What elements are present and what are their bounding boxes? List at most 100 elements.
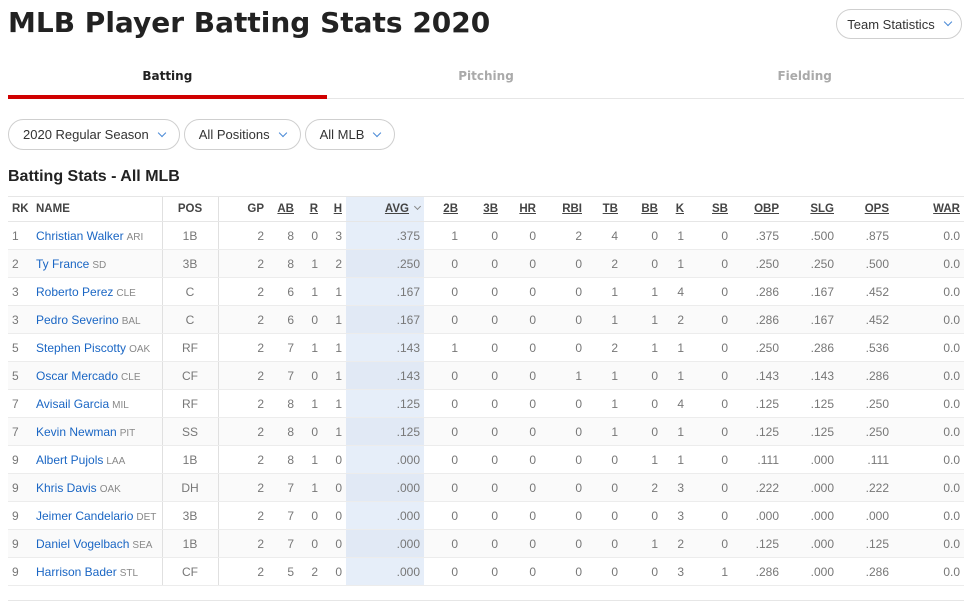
cell-slg: .500: [783, 221, 838, 250]
cell-avg: .125: [346, 389, 424, 418]
col-hr[interactable]: HR: [502, 196, 540, 222]
cell-sb: 0: [688, 221, 732, 250]
col-ab[interactable]: AB: [268, 196, 298, 222]
table-header-row: RK NAME POS GP AB R H AVG 2B 3B HR RBI T…: [8, 196, 964, 222]
cell-rk: 5: [8, 333, 32, 362]
cell-r: 1: [298, 277, 322, 306]
batting-stats-table: RK NAME POS GP AB R H AVG 2B 3B HR RBI T…: [8, 196, 964, 586]
tab-pitching[interactable]: Pitching: [327, 60, 646, 98]
cell-hr: 0: [502, 557, 540, 586]
player-link[interactable]: Avisail Garcia: [36, 397, 109, 411]
col-2b[interactable]: 2B: [424, 196, 462, 222]
player-link[interactable]: Kevin Newman: [36, 425, 117, 439]
player-link[interactable]: Pedro Severino: [36, 313, 119, 327]
chevron-down-icon: [278, 128, 287, 137]
cell-gp: 2: [217, 445, 268, 474]
cell-bb: 0: [622, 501, 662, 530]
cell-tb: 1: [586, 277, 622, 306]
cell-hr: 0: [502, 277, 540, 306]
cell-slg: .125: [783, 389, 838, 418]
cell-b3: 0: [462, 277, 502, 306]
cell-rbi: 0: [540, 277, 586, 306]
player-link[interactable]: Harrison Bader: [36, 565, 117, 579]
cell-b2: 0: [424, 389, 462, 418]
cell-avg: .000: [346, 501, 424, 530]
cell-h: 0: [322, 501, 346, 530]
player-link[interactable]: Oscar Mercado: [36, 369, 118, 383]
cell-avg: .000: [346, 529, 424, 558]
col-3b[interactable]: 3B: [462, 196, 502, 222]
cell-sb: 0: [688, 417, 732, 446]
col-slg[interactable]: SLG: [783, 196, 838, 222]
team-abbr: OAK: [129, 343, 151, 355]
cell-war: 0.0: [893, 529, 964, 558]
cell-rbi: 2: [540, 221, 586, 250]
cell-hr: 0: [502, 333, 540, 362]
col-r[interactable]: R: [298, 196, 322, 222]
tab-fielding[interactable]: Fielding: [645, 60, 964, 98]
table-row: 7 Kevin Newman PIT SS 2 8 0 1.125 0 0 0 0 1 0 1 0.125.1…: [8, 417, 964, 446]
cell-k: 2: [662, 305, 688, 334]
cell-player: Harrison Bader STL: [32, 557, 162, 586]
league-filter[interactable]: All MLB: [304, 119, 396, 150]
team-abbr: SEA: [132, 539, 153, 551]
cell-pos: C: [161, 305, 218, 334]
col-avg[interactable]: AVG: [346, 196, 424, 222]
col-ops[interactable]: OPS: [838, 196, 893, 222]
cell-slg: .250: [783, 249, 838, 278]
team-abbr: OAK: [99, 483, 121, 495]
cell-gp: 2: [217, 529, 268, 558]
cell-tb: 0: [586, 445, 622, 474]
cell-sb: 0: [688, 445, 732, 474]
col-k[interactable]: K: [662, 196, 688, 222]
cell-pos: 3B: [161, 249, 218, 278]
cell-ops: .111: [838, 445, 893, 474]
cell-rk: 7: [8, 389, 32, 418]
player-link[interactable]: Albert Pujols: [36, 453, 103, 467]
player-link[interactable]: Stephen Piscotty: [36, 341, 126, 355]
position-filter[interactable]: All Positions: [183, 119, 301, 150]
col-rbi[interactable]: RBI: [540, 196, 586, 222]
cell-rbi: 0: [540, 305, 586, 334]
cell-war: 0.0: [893, 417, 964, 446]
col-obp[interactable]: OBP: [732, 196, 783, 222]
player-link[interactable]: Roberto Perez: [36, 285, 113, 299]
col-h[interactable]: H: [322, 196, 346, 222]
cell-h: 1: [322, 333, 346, 362]
cell-obp: .125: [732, 529, 783, 558]
player-link[interactable]: Ty France: [36, 257, 89, 271]
cell-tb: 2: [586, 249, 622, 278]
cell-tb: 1: [586, 305, 622, 334]
season-filter[interactable]: 2020 Regular Season: [8, 119, 180, 150]
cell-rk: 9: [8, 529, 32, 558]
table-row: 1 Christian Walker ARI 1B 2 8 0 3.375 1 0 0 2 4 0 1 0.3…: [8, 221, 964, 250]
player-link[interactable]: Christian Walker: [36, 229, 124, 243]
cell-b2: 0: [424, 417, 462, 446]
cell-player: Jeimer Candelario DET: [32, 501, 162, 530]
cell-obp: .250: [732, 333, 783, 362]
cell-slg: .167: [783, 277, 838, 306]
team-statistics-dropdown[interactable]: Team Statistics: [836, 9, 962, 39]
table-row: 9 Harrison Bader STL CF 2 5 2 0.000 0 0 0 0 0 0 3 1.286…: [8, 557, 964, 586]
cell-ab: 8: [268, 221, 298, 250]
cell-player: Daniel Vogelbach SEA: [32, 529, 162, 558]
section-title: Batting Stats - All MLB: [8, 168, 180, 185]
cell-pos: 1B: [161, 445, 218, 474]
player-link[interactable]: Daniel Vogelbach: [36, 537, 129, 551]
cell-hr: 0: [502, 529, 540, 558]
col-sb[interactable]: SB: [688, 196, 732, 222]
cell-rbi: 0: [540, 529, 586, 558]
cell-sb: 0: [688, 473, 732, 502]
cell-ab: 8: [268, 417, 298, 446]
player-link[interactable]: Jeimer Candelario: [36, 509, 133, 523]
chevron-down-icon: [373, 128, 382, 137]
cell-avg: .143: [346, 333, 424, 362]
col-tb[interactable]: TB: [586, 196, 622, 222]
player-link[interactable]: Khris Davis: [36, 481, 97, 495]
tab-batting[interactable]: Batting: [8, 60, 327, 99]
cell-sb: 0: [688, 305, 732, 334]
table-body: 1 Christian Walker ARI 1B 2 8 0 3.375 1 0 0 2 4 0 1 0.3…: [8, 221, 964, 586]
col-bb[interactable]: BB: [622, 196, 662, 222]
col-war[interactable]: WAR: [893, 196, 964, 222]
cell-h: 3: [322, 221, 346, 250]
